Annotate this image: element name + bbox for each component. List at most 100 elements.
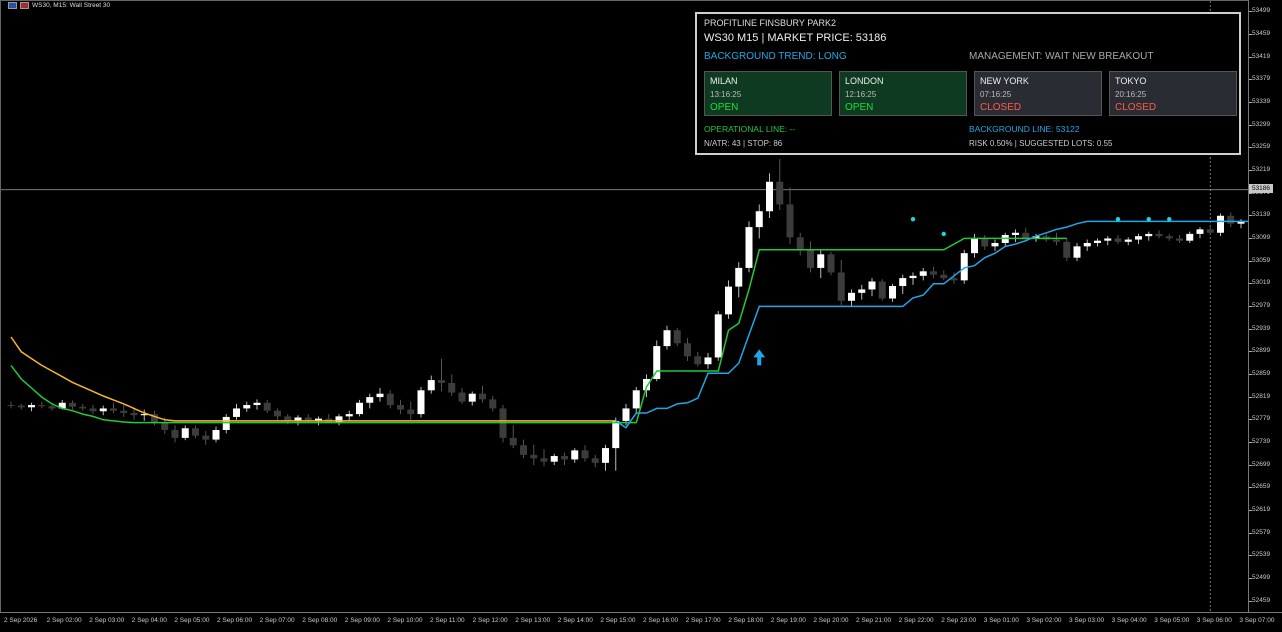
candle-body [991,242,999,247]
current-price-tag: 53186 [1249,184,1273,194]
candle-body [397,405,404,410]
session-tokyo: TOKYO 20:16:25 CLOSED [1109,71,1237,116]
price-tick: 53499 [1248,7,1271,15]
candle-body [930,271,937,275]
candle-body [622,408,630,421]
candle-body [1083,242,1091,247]
candle-body [837,272,845,301]
candle-body [725,286,732,315]
candle-body [981,238,989,247]
session-time: 12:16:25 [845,90,877,99]
candle-body [192,428,199,436]
candle-body [79,406,87,409]
candle-body [243,405,251,409]
price-tick: 52499 [1248,574,1271,581]
price-tick: 52699 [1248,460,1271,468]
candle-body [233,408,240,417]
price-tick: 53019 [1248,279,1271,287]
candle-body [1176,238,1183,241]
time-tick: 2 Sep 2026 [4,617,38,624]
session-london: LONDON 12:16:25 OPEN [839,71,967,116]
candle-body [356,402,363,415]
candle-body [673,330,681,344]
candle-body [776,181,784,205]
time-tick: 2 Sep 02:00 [46,617,82,624]
candle-body [417,390,425,415]
candle-body [909,275,917,279]
signal-dot [1167,216,1172,222]
time-tick: 2 Sep 14:00 [557,617,593,624]
candle-body [274,410,281,417]
time-tick: 2 Sep 06:00 [217,617,253,624]
session-name: NEW YORK [980,76,1029,86]
session-time: 07:16:25 [980,90,1012,99]
candle-body [120,410,128,413]
price-tick: 52939 [1248,324,1271,332]
time-tick: 2 Sep 12:00 [472,617,508,624]
candle-body [202,435,210,440]
candle-body [889,286,896,299]
candle-body [253,402,261,406]
signal-dot [910,216,916,222]
candle-body [509,437,517,446]
symbol-flag-icon [20,2,29,9]
candle-body [171,429,179,438]
candle-body [479,393,486,400]
candle-body [735,267,743,287]
candle-body [1155,233,1163,237]
chart-menu-icon[interactable] [8,2,17,9]
session-name: MILAN [710,76,738,86]
time-tick: 3 Sep 01:00 [983,617,1019,624]
candle-body [755,211,763,228]
candle-body [38,405,46,407]
candle-body [427,380,435,391]
session-name: LONDON [845,76,884,86]
signal-dot [1115,216,1121,222]
candle-body [858,289,866,293]
time-tick: 2 Sep 18:00 [728,617,764,624]
session-name: TOKYO [1115,76,1147,86]
candle-body [530,454,538,459]
candle-body [704,357,712,365]
candle-body [612,420,620,449]
candle-body [212,429,220,440]
natr-stop: N/ATR: 43 | STOP: 86 [704,139,783,148]
price-tick: 52619 [1248,506,1271,513]
green-line [10,237,1067,424]
price-scale[interactable]: 53499 53459 53419 53379 53339 53299 53259 53219… [1248,0,1282,612]
candle-body [766,181,773,212]
blue-line [615,220,1249,429]
time-tick: 2 Sep 10:00 [387,617,423,624]
candle-body [663,330,671,347]
candle-body [1022,232,1030,239]
price-tick: 52659 [1248,483,1271,491]
candle-body [376,393,384,398]
candle-body [438,380,445,383]
candle-body [181,428,189,438]
candle-body [489,399,497,409]
candle-body [1073,246,1081,258]
candle-body [222,416,230,430]
candle-body [130,412,138,416]
price-tick: 53059 [1248,256,1271,264]
time-tick: 2 Sep 03:00 [89,617,125,624]
candle-body [1063,241,1071,258]
price-tick: 53459 [1248,30,1271,37]
price-tick: 53299 [1248,120,1271,128]
session-status: OPEN [845,102,874,113]
candle-body [848,292,855,301]
candle-body [1227,215,1235,224]
candle-body [7,405,15,407]
candle-body [684,343,691,357]
candle-body [366,397,374,403]
candle-body [540,458,548,462]
candle-body [386,393,394,406]
panel-title: PROFITLINE FINSBURY PARK2 [704,18,837,28]
candle-body [1012,232,1019,236]
price-tick: 53259 [1248,143,1271,151]
candle-body [591,458,599,463]
time-tick: 3 Sep 04:00 [1111,617,1147,624]
time-scale[interactable]: 2 Sep 2026 2 Sep 02:00 2 Sep 03:00 2 Sep 04… [0,612,1282,632]
candle-body [1114,238,1122,242]
price-tick: 52899 [1248,347,1271,355]
